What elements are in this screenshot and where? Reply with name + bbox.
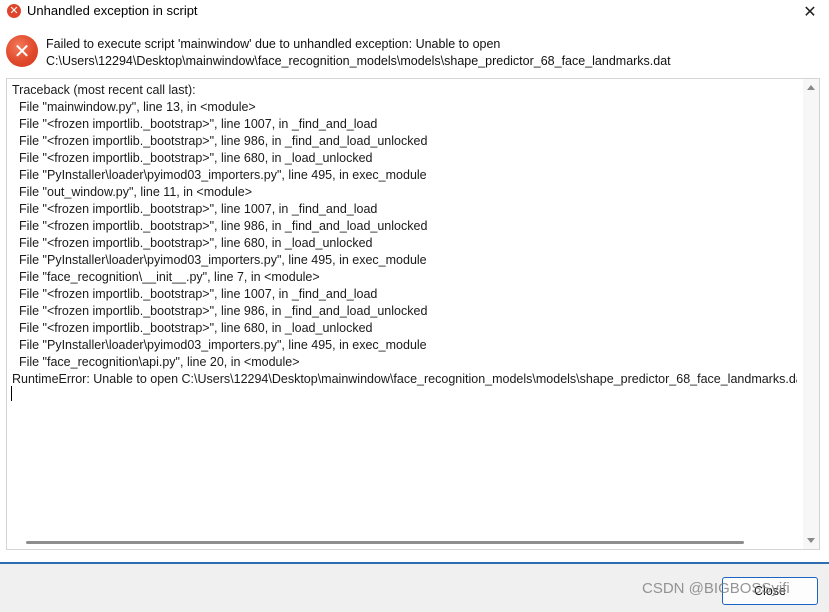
traceback-line: File "<frozen importlib._bootstrap>", li…	[12, 134, 428, 148]
traceback-line: RuntimeError: Unable to open C:\Users\12…	[12, 372, 797, 386]
scroll-down-arrow-icon[interactable]	[807, 538, 815, 543]
traceback-line: File "PyInstaller\loader\pyimod03_import…	[12, 253, 427, 267]
traceback-line: File "mainwindow.py", line 13, in <modul…	[12, 100, 256, 114]
traceback-textbox[interactable]: Traceback (most recent call last): File …	[6, 78, 820, 550]
vertical-scrollbar[interactable]	[803, 79, 819, 549]
error-message-line: Failed to execute script 'mainwindow' du…	[46, 37, 501, 51]
traceback-text: Traceback (most recent call last): File …	[12, 82, 797, 388]
window-title: Unhandled exception in script	[27, 3, 198, 18]
scroll-up-arrow-icon[interactable]	[807, 85, 815, 90]
title-bar: ✕ Unhandled exception in script ✕	[0, 0, 829, 23]
traceback-line: File "<frozen importlib._bootstrap>", li…	[12, 202, 378, 216]
error-message-path: C:\Users\12294\Desktop\mainwindow\face_r…	[46, 54, 671, 68]
traceback-line: File "<frozen importlib._bootstrap>", li…	[12, 304, 428, 318]
horizontal-scroll-thumb[interactable]	[26, 541, 744, 544]
traceback-line: File "<frozen importlib._bootstrap>", li…	[12, 151, 373, 165]
error-circle-icon: ✕	[6, 35, 38, 67]
traceback-line: File "<frozen importlib._bootstrap>", li…	[12, 287, 378, 301]
watermark: CSDN @BIGBOSSyifi	[642, 580, 790, 597]
traceback-line: File "<frozen importlib._bootstrap>", li…	[12, 219, 428, 233]
traceback-line: File "<frozen importlib._bootstrap>", li…	[12, 117, 378, 131]
traceback-line: File "face_recognition\api.py", line 20,…	[12, 355, 300, 369]
traceback-line: File "PyInstaller\loader\pyimod03_import…	[12, 338, 427, 352]
traceback-line: File "face_recognition\__init__.py", lin…	[12, 270, 320, 284]
traceback-line: File "<frozen importlib._bootstrap>", li…	[12, 321, 373, 335]
traceback-line: File "PyInstaller\loader\pyimod03_import…	[12, 168, 427, 182]
traceback-line: File "<frozen importlib._bootstrap>", li…	[12, 236, 373, 250]
traceback-line: File "out_window.py", line 11, in <modul…	[12, 185, 253, 199]
text-caret	[11, 386, 12, 401]
traceback-line: Traceback (most recent call last):	[12, 83, 196, 97]
horizontal-scrollbar[interactable]	[7, 535, 802, 549]
window-close-icon[interactable]: ✕	[797, 2, 823, 22]
error-icon: ✕	[7, 4, 21, 18]
error-message: Failed to execute script 'mainwindow' du…	[46, 36, 816, 70]
